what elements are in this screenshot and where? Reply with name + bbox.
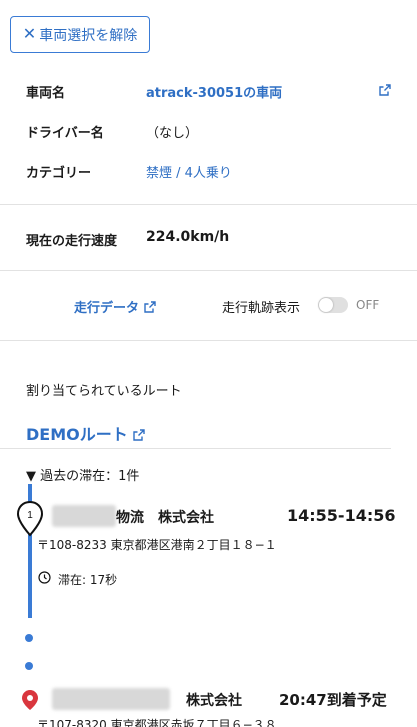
external-link-icon — [133, 429, 146, 441]
deselect-label: 車両選択を解除 — [39, 26, 138, 43]
timeline-dot — [25, 634, 33, 642]
travel-data-label: 走行データ — [74, 301, 140, 316]
stop-address: 〒108-8233 東京都港区港南２丁目１８−１ — [37, 538, 277, 552]
track-display-toggle[interactable] — [318, 297, 348, 313]
stop-name: 物流 株式会社 — [116, 510, 214, 526]
divider — [0, 270, 417, 271]
driver-name-label: ドライバー名 — [26, 126, 104, 141]
past-stays-toggle[interactable]: ▼ 過去の滞在：1件 — [26, 465, 139, 484]
divider — [0, 448, 391, 449]
external-link-icon[interactable] — [379, 84, 391, 96]
clock-icon — [38, 571, 51, 584]
category-label: カテゴリー — [26, 166, 92, 181]
stop-time: 20:47到着予定 — [279, 691, 387, 709]
divider — [0, 340, 417, 341]
travel-data-link[interactable]: 走行データ — [74, 297, 156, 316]
deselect-vehicle-button[interactable]: ✕ 車両選択を解除 — [10, 16, 150, 53]
stay-duration: 滞在: 17秒 — [58, 573, 118, 587]
route-name: DEMOルート — [26, 425, 128, 444]
close-icon: ✕ — [22, 25, 37, 43]
stop-number-pin-icon: 1 — [16, 501, 44, 537]
stop-number: 1 — [27, 510, 33, 521]
speed-value: 224.0km/h — [146, 229, 230, 245]
track-toggle-state: OFF — [356, 298, 380, 312]
track-display-label: 走行軌跡表示 — [222, 301, 301, 316]
speed-label: 現在の走行速度 — [26, 234, 118, 249]
external-link-icon — [143, 301, 156, 313]
toggle-knob — [319, 298, 333, 312]
stop-time: 14:55-14:56 — [287, 506, 396, 525]
assigned-route-label: 割り当てられているルート — [26, 384, 182, 399]
stop-address: 〒107-8320 東京都港区赤坂７丁目６−３８ — [37, 718, 277, 727]
route-link[interactable]: DEMOルート — [26, 421, 146, 445]
redacted-name — [52, 688, 170, 710]
stop-name: 株式会社 — [186, 693, 242, 709]
vehicle-name-link[interactable]: atrack-30051の車両 — [146, 82, 282, 101]
driver-name-value: （なし） — [146, 126, 199, 141]
location-pin-icon — [22, 690, 38, 710]
vehicle-name-label: 車両名 — [26, 86, 66, 101]
divider — [0, 204, 417, 205]
category-link[interactable]: 禁煙 / 4人乗り — [146, 162, 232, 181]
timeline-dot — [25, 662, 33, 670]
redacted-name — [52, 505, 116, 527]
